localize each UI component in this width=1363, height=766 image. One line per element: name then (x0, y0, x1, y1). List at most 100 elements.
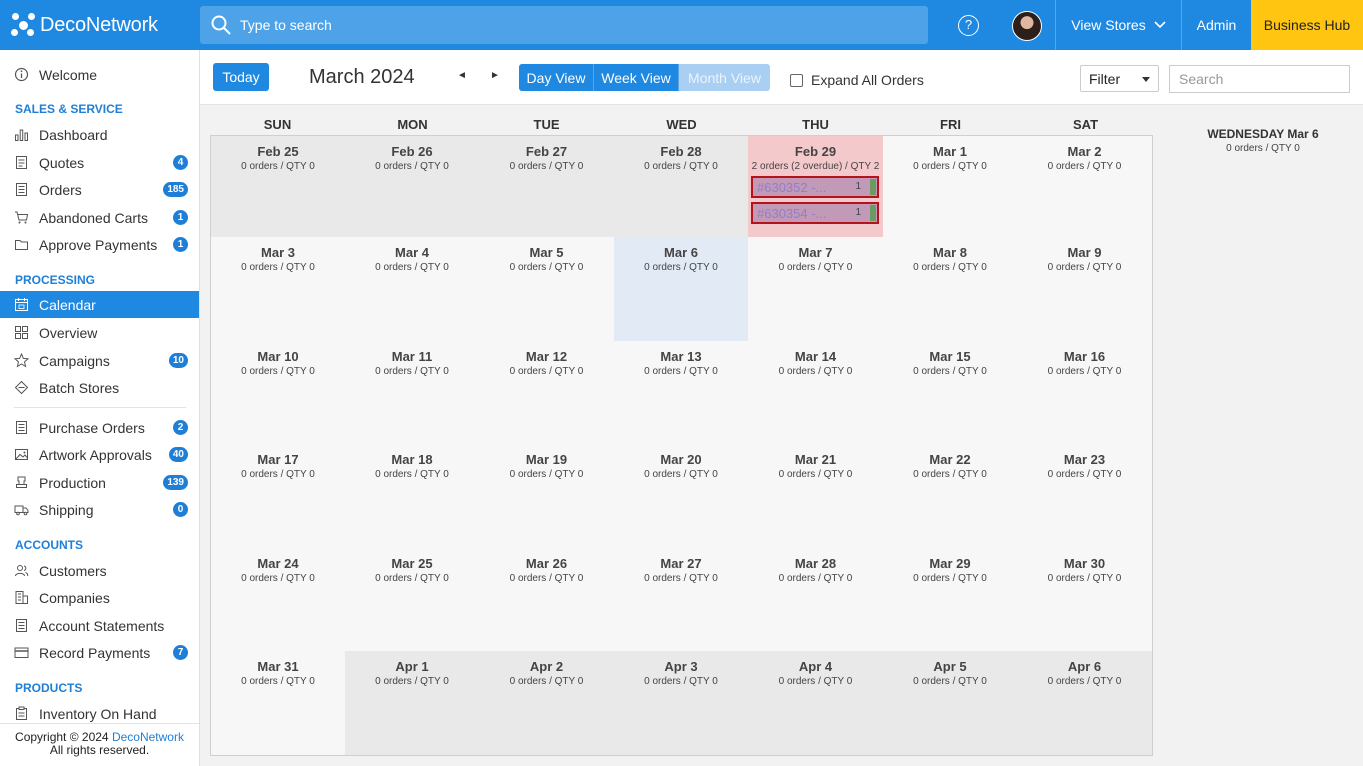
week-view-button[interactable]: Week View (594, 64, 679, 91)
sidebar-item-batch-stores[interactable]: Batch Stores (0, 374, 199, 401)
day-view-button[interactable]: Day View (519, 64, 594, 91)
month-view-button[interactable]: Month View (679, 64, 770, 91)
help-icon[interactable]: ? (958, 15, 979, 36)
sidebar-item-companies[interactable]: Companies (0, 584, 199, 611)
day-cell[interactable]: Mar 15 0 orders / QTY 0 (883, 341, 1018, 445)
weekday-header: SAT (1072, 117, 1099, 132)
sidebar-item-label: Abandoned Carts (39, 209, 148, 226)
day-date: Apr 3 (664, 659, 698, 674)
day-cell[interactable]: Feb 29 2 orders (2 overdue) / QTY 2 #630… (748, 136, 884, 238)
sidebar-item-dashboard[interactable]: Dashboard (0, 121, 199, 148)
sidebar-item-shipping[interactable]: Shipping 0 (0, 496, 199, 523)
sidebar-item-quotes[interactable]: Quotes 4 (0, 149, 199, 176)
day-cell[interactable]: Mar 18 0 orders / QTY 0 (345, 444, 480, 549)
day-summary: 0 orders / QTY 0 (913, 161, 987, 172)
day-cell[interactable]: Mar 29 0 orders / QTY 0 (883, 548, 1018, 652)
day-cell[interactable]: Mar 28 0 orders / QTY 0 (748, 548, 884, 652)
expand-all-checkbox[interactable] (790, 73, 803, 87)
day-cell[interactable]: Mar 8 0 orders / QTY 0 (883, 237, 1018, 342)
day-cell[interactable]: Apr 2 0 orders / QTY 0 (479, 651, 615, 755)
day-cell[interactable]: Feb 28 0 orders / QTY 0 (614, 136, 749, 238)
day-cell[interactable]: Mar 13 0 orders / QTY 0 (614, 341, 749, 445)
day-summary: 0 orders / QTY 0 (509, 366, 584, 377)
sidebar-item-overview[interactable]: Overview (0, 319, 199, 346)
prev-month-button[interactable]: ◄ (457, 70, 467, 81)
day-cell[interactable]: Feb 26 0 orders / QTY 0 (345, 136, 480, 238)
day-cell[interactable]: Mar 1 0 orders / QTY 0 (883, 136, 1018, 238)
sidebar-item-calendar[interactable]: Calendar (0, 291, 199, 318)
deconetwork-link[interactable]: DecoNetwork (112, 730, 184, 744)
day-cell[interactable]: Mar 27 0 orders / QTY 0 (614, 548, 749, 652)
sidebar-item-label: Artwork Approvals (39, 446, 152, 463)
day-cell[interactable]: Mar 2 0 orders / QTY 0 (1017, 136, 1152, 238)
day-cell[interactable]: Mar 22 0 orders / QTY 0 (883, 444, 1018, 549)
day-cell[interactable]: Apr 6 0 orders / QTY 0 (1017, 651, 1152, 755)
day-cell[interactable]: Mar 4 0 orders / QTY 0 (345, 237, 480, 342)
day-date: Mar 4 (395, 245, 429, 260)
expand-all-orders[interactable]: Expand All Orders (790, 72, 924, 88)
day-cell[interactable]: Mar 10 0 orders / QTY 0 (211, 341, 346, 445)
day-cell[interactable]: Apr 3 0 orders / QTY 0 (614, 651, 749, 755)
day-cell[interactable]: Apr 5 0 orders / QTY 0 (883, 651, 1018, 755)
sidebar-item-abandoned-carts[interactable]: Abandoned Carts 1 (0, 204, 199, 231)
sidebar-item-purchase-orders[interactable]: Purchase Orders 2 (0, 414, 199, 441)
sidebar-item-orders[interactable]: Orders 185 (0, 176, 199, 203)
sidebar-item-approve-payments[interactable]: Approve Payments 1 (0, 231, 199, 258)
sidebar-item-artwork-approvals[interactable]: Artwork Approvals 40 (0, 441, 199, 468)
sidebar-item-record-payments[interactable]: Record Payments 7 (0, 639, 199, 666)
next-month-button[interactable]: ► (490, 70, 500, 81)
day-cell[interactable]: Mar 17 0 orders / QTY 0 (211, 444, 346, 549)
day-cell[interactable]: Mar 30 0 orders / QTY 0 (1017, 548, 1152, 652)
sidebar-item-welcome[interactable]: Welcome (0, 61, 199, 88)
sidebar-item-campaigns[interactable]: Campaigns 10 (0, 347, 199, 374)
day-cell[interactable]: Apr 4 0 orders / QTY 0 (748, 651, 884, 755)
day-cell[interactable]: Mar 5 0 orders / QTY 0 (479, 237, 615, 342)
sidebar-item-account-statements[interactable]: Account Statements (0, 612, 199, 639)
sidebar-item-label: Production (39, 474, 106, 491)
filter-dropdown[interactable]: Filter (1080, 65, 1159, 92)
global-search[interactable] (200, 6, 928, 44)
sidebar-item-customers[interactable]: Customers (0, 557, 199, 584)
business-hub-button[interactable]: Business Hub (1251, 0, 1363, 50)
day-cell[interactable]: Mar 24 0 orders / QTY 0 (211, 548, 346, 652)
today-button[interactable]: Today (213, 63, 269, 91)
day-cell[interactable]: Mar 3 0 orders / QTY 0 (211, 237, 346, 342)
day-cell[interactable]: Mar 9 0 orders / QTY 0 (1017, 237, 1152, 342)
day-cell-today[interactable]: Mar 6 0 orders / QTY 0 (614, 237, 749, 342)
day-cell[interactable]: Mar 23 0 orders / QTY 0 (1017, 444, 1152, 549)
day-cell[interactable]: Apr 1 0 orders / QTY 0 (345, 651, 480, 755)
global-search-input[interactable] (240, 6, 900, 44)
view-stores-button[interactable]: View Stores (1056, 0, 1181, 50)
day-cell[interactable]: Mar 25 0 orders / QTY 0 (345, 548, 480, 652)
day-cell[interactable]: Mar 16 0 orders / QTY 0 (1017, 341, 1152, 445)
day-cell[interactable]: Feb 25 0 orders / QTY 0 (211, 136, 346, 238)
deconetwork-logo[interactable]: DecoNetwork (10, 11, 158, 39)
day-cell[interactable]: Mar 11 0 orders / QTY 0 (345, 341, 480, 445)
sidebar-item-label: Record Payments (39, 644, 151, 661)
day-cell[interactable]: Feb 27 0 orders / QTY 0 (479, 136, 615, 238)
count-badge: 1 (173, 210, 188, 225)
day-cell[interactable]: Mar 7 0 orders / QTY 0 (748, 237, 884, 342)
statement-icon (16, 619, 27, 632)
day-cell[interactable]: Mar 12 0 orders / QTY 0 (479, 341, 615, 445)
day-cell[interactable]: Mar 26 0 orders / QTY 0 (479, 548, 615, 652)
admin-button[interactable]: Admin (1182, 0, 1251, 50)
sidebar-item-production[interactable]: Production 139 (0, 469, 199, 496)
day-cell[interactable]: Mar 19 0 orders / QTY 0 (479, 444, 615, 549)
grid-icon (15, 326, 28, 339)
day-cell[interactable]: Mar 14 0 orders / QTY 0 (748, 341, 884, 445)
calendar-icon (15, 298, 28, 311)
day-date: Mar 28 (794, 556, 837, 571)
day-summary: 0 orders / QTY 0 (1047, 573, 1122, 584)
order-item[interactable]: #630354 -... 1 (751, 202, 879, 224)
day-cell[interactable]: Mar 21 0 orders / QTY 0 (748, 444, 884, 549)
order-status-bar (870, 179, 876, 195)
day-cell[interactable]: Mar 20 0 orders / QTY 0 (614, 444, 749, 549)
day-cell[interactable]: Mar 31 0 orders / QTY 0 (211, 651, 346, 755)
calendar-search-input[interactable] (1169, 65, 1350, 93)
day-summary: 2 orders (2 overdue) / QTY 2 (751, 161, 880, 172)
day-summary: 0 orders / QTY 0 (778, 676, 853, 687)
user-avatar[interactable] (1012, 11, 1042, 41)
day-date: Feb 29 (794, 144, 837, 159)
order-item[interactable]: #630352 -... 1 (751, 176, 879, 198)
